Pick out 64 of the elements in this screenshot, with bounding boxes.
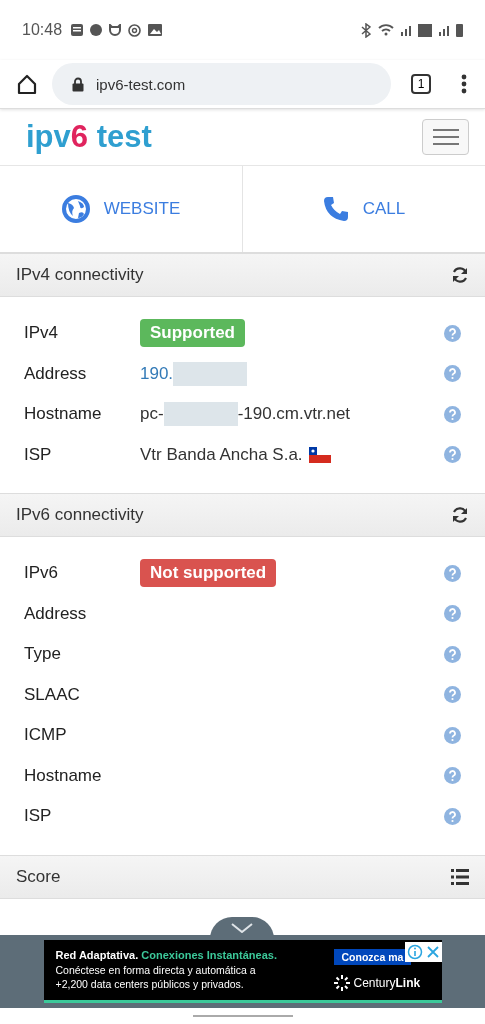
bluetooth-icon [361,22,371,38]
menu-button[interactable] [422,119,469,155]
field-label: ISP [24,806,53,827]
lock-icon [72,76,84,92]
address-link[interactable]: 190. [140,363,174,384]
ad-tagline: Conexiones Instantáneas. [141,949,277,962]
brand-logo: CenturyLink [333,975,421,991]
more-menu-icon[interactable] [461,74,467,94]
section-title: IPv6 connectivity [16,505,144,525]
field-label: ISP [24,444,53,465]
info-icon[interactable] [406,944,423,960]
list-icon[interactable] [451,868,469,885]
help-icon[interactable] [444,686,461,704]
battery-icon [456,23,463,37]
field-value: Vtr Banda Ancha S.a. [140,444,303,465]
address-bar[interactable]: ipv6-test.com [52,63,391,105]
field-label: Address [24,363,88,384]
chevron-down-icon [231,923,253,933]
help-icon[interactable] [444,645,461,663]
help-icon[interactable] [444,405,461,423]
status-badge: Supported [140,319,245,348]
field-value: -190.cm.vtr.net [237,404,351,425]
home-icon[interactable] [16,73,38,95]
field-label: Hostname [24,404,103,425]
tab-count-button[interactable]: 1 [411,74,431,94]
field-label: Type [24,644,62,665]
field-label: IPv6 [24,563,60,584]
url-text: ipv6-test.com [96,75,186,93]
help-icon[interactable] [444,767,461,785]
help-icon[interactable] [444,605,461,623]
section-title: IPv4 connectivity [16,265,144,285]
field-label: Hostname [24,765,103,786]
cat-icon [109,24,122,36]
help-icon[interactable] [444,324,461,342]
ad-cta-button[interactable]: Conozca ma [333,949,412,965]
help-icon[interactable] [444,564,461,582]
image-icon [148,24,163,36]
field-label: Address [24,603,88,624]
refresh-icon[interactable] [451,506,469,524]
field-label: SLAAC [24,684,81,705]
help-icon[interactable] [444,807,461,825]
field-label: IPv4 [24,323,60,344]
gesture-handle[interactable] [192,1015,293,1017]
ad-text: Conéctese en forma directa y automática a +2,200 data centers públicos y privados. [55,964,257,991]
menu-icon [432,129,459,145]
site-logo[interactable]: ipv6 test [26,119,152,155]
ad-banner[interactable]: Red Adaptativa. Conexiones Instantáneas. Conéctese en forma directa y automática a +2,200 data centers públicos y privados. Conozca ma CenturyLink [43,940,442,1003]
help-icon[interactable] [444,726,461,744]
help-icon[interactable] [444,446,461,464]
wifi-icon [378,24,394,36]
phone-icon [322,196,349,222]
field-value: pc- [140,404,164,425]
close-icon[interactable] [425,945,440,959]
signal-icon [439,24,449,36]
signal-icon [401,24,411,36]
status-badge: Not supported [140,559,277,588]
globe-icon [61,195,90,223]
status-time: 10:48 [22,21,63,39]
refresh-icon[interactable] [451,266,469,284]
message-icon [71,24,84,36]
field-label: ICMP [24,725,68,746]
ad-headline: Red Adaptativa. [55,949,139,962]
section-title: Score [16,866,61,887]
help-icon[interactable] [444,365,461,383]
